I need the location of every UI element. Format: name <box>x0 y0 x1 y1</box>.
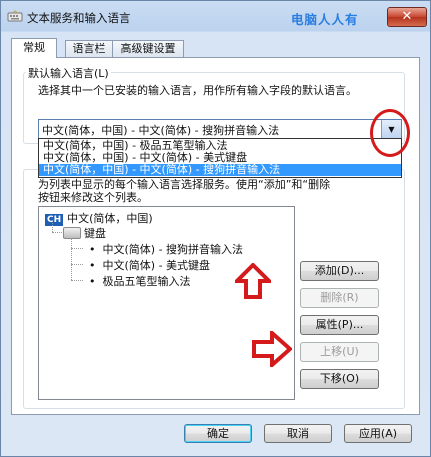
ok-button[interactable]: 确定 <box>184 424 252 443</box>
move-down-button[interactable]: 下移(O) <box>300 369 379 389</box>
remove-button[interactable]: 删除(R) <box>300 288 379 308</box>
close-button[interactable]: ✕ <box>387 7 427 27</box>
properties-button[interactable]: 属性(P)... <box>300 315 379 335</box>
tree-connector <box>71 280 83 281</box>
cancel-button[interactable]: 取消 <box>264 424 332 443</box>
default-language-value: 中文(简体，中国) - 中文(简体) - 搜狗拼音输入法 <box>42 124 280 137</box>
language-code-icon: CH <box>45 214 64 226</box>
dropdown-option-selected[interactable]: 中文(简体，中国) - 中文(简体) - 搜狗拼音输入法 <box>39 164 401 176</box>
tree-connector <box>52 232 62 233</box>
window-title: 文本服务和输入语言 <box>27 11 131 25</box>
annotation-right-arrow <box>252 331 292 367</box>
installed-services-description-2: 按钮来修改这个列表。 <box>38 191 148 204</box>
close-icon: ✕ <box>401 9 413 24</box>
add-button[interactable]: 添加(D)... <box>300 261 379 281</box>
tab-language-bar[interactable]: 语言栏 <box>65 40 113 57</box>
tree-connector <box>71 238 72 280</box>
tree-item[interactable]: • 中文(简体) - 美式键盘 <box>89 257 210 273</box>
tree-connector <box>71 248 83 249</box>
default-language-label: 默认输入语言(L) <box>26 65 111 81</box>
default-language-description: 选择其中一个已安装的输入语言，用作所有输入字段的默认语言。 <box>38 84 357 97</box>
watermark-text: 电脑人人有 <box>291 12 359 27</box>
tree-item[interactable]: • 极品五笔型输入法 <box>89 273 190 289</box>
dialog-window: 文本服务和输入语言 电脑人人有 ✕ 常规 语言栏 高级键设置 默认输入语言(L)… <box>0 0 431 457</box>
annotation-up-arrow <box>235 263 271 299</box>
tree-language-label: 中文(简体，中国) <box>67 212 153 225</box>
tree-connector <box>52 223 53 232</box>
keyboard-icon <box>63 227 81 239</box>
installed-services-tree[interactable]: CH 中文(简体，中国) 键盘 • 中文(简体) - 搜狗拼音输入法 • 中文(简… <box>38 206 295 400</box>
annotation-circle <box>370 109 410 157</box>
default-language-select[interactable]: 中文(简体，中国) - 中文(简体) - 搜狗拼音输入法 ▼ <box>38 119 402 140</box>
title-bar[interactable]: 文本服务和输入语言 电脑人人有 ✕ <box>1 1 430 31</box>
move-up-button[interactable]: 上移(U) <box>300 342 379 362</box>
tree-node-category[interactable]: 键盘 <box>84 225 106 241</box>
apply-button[interactable]: 应用(A) <box>344 424 412 443</box>
tree-item[interactable]: • 中文(简体) - 搜狗拼音输入法 <box>89 241 243 257</box>
tab-general[interactable]: 常规 <box>11 38 57 58</box>
default-language-dropdown-list: 中文(简体，中国) - 极品五笔型输入法 中文(简体，中国) - 中文(简体) … <box>38 138 402 178</box>
tree-node-language[interactable]: CH 中文(简体，中国) <box>45 210 153 226</box>
keyboard-app-icon <box>7 10 23 22</box>
tree-connector <box>71 264 83 265</box>
tab-advanced-key-settings[interactable]: 高级键设置 <box>112 40 184 57</box>
